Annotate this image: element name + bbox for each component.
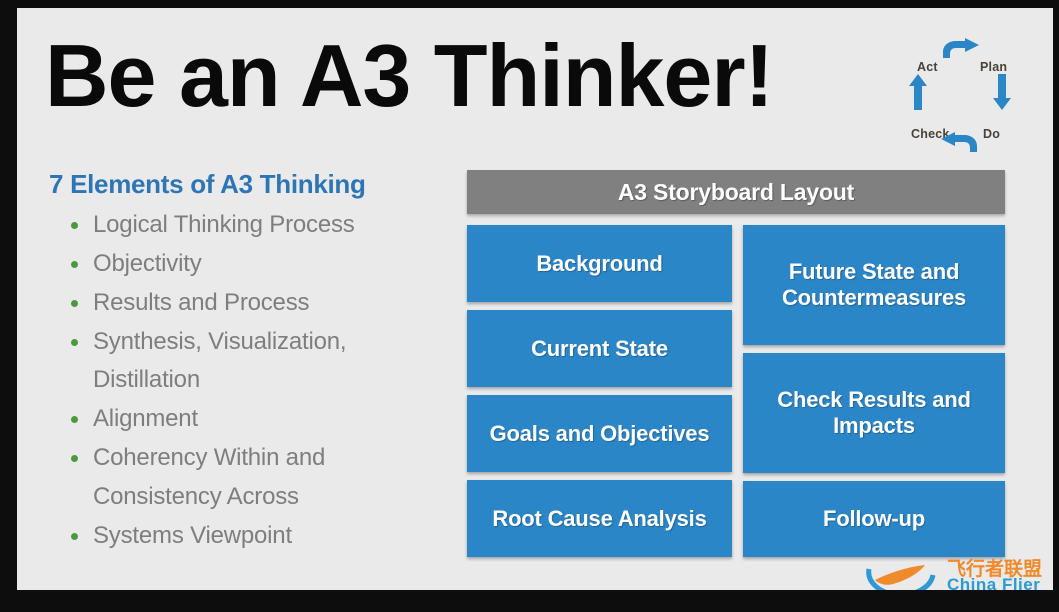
- storyboard-box-root-cause-analysis[interactable]: Root Cause Analysis: [467, 480, 732, 557]
- page-title: Be an A3 Thinker!: [45, 26, 774, 125]
- list-item-label: Coherency Within and: [93, 444, 326, 472]
- storyboard-box-follow-up[interactable]: Follow-up: [743, 481, 1005, 557]
- list-item: Alignment: [49, 400, 459, 439]
- arrow-down-icon: [993, 74, 1011, 110]
- pdca-cycle-diagram: Act Plan Check Do: [895, 34, 1025, 156]
- list-item-label: Objectivity: [93, 249, 202, 277]
- storyboard-box-label: Future State and Countermeasures: [781, 259, 967, 310]
- storyboard-box-label: Check Results and Impacts: [777, 387, 971, 438]
- storyboard-box-check-results[interactable]: Check Results and Impacts: [743, 353, 1005, 473]
- bullet-icon: [71, 221, 78, 229]
- bullet-icon: [71, 532, 78, 540]
- elements-list: Logical Thinking Process Objectivity Res…: [49, 206, 459, 556]
- storyboard-box-label: Background: [536, 250, 663, 276]
- storyboard-box-future-state[interactable]: Future State and Countermeasures: [743, 225, 1005, 345]
- storyboard-box-label: Current State: [531, 335, 668, 361]
- bullet-icon: [71, 416, 78, 424]
- list-item-label: Results and Process: [93, 288, 310, 316]
- storyboard-header: A3 Storyboard Layout: [467, 170, 1005, 214]
- storyboard-box-background[interactable]: Background: [467, 225, 732, 302]
- list-item: Systems Viewpoint: [49, 517, 459, 556]
- elements-heading: 7 Elements of A3 Thinking: [49, 169, 366, 199]
- list-item: Synthesis, Visualization, Distillation: [49, 323, 459, 401]
- bullet-icon: [71, 338, 78, 346]
- list-item: Results and Process: [49, 284, 459, 323]
- bullet-icon: [71, 260, 78, 268]
- list-item-label: Alignment: [93, 405, 198, 433]
- arrow-up-icon: [909, 74, 927, 110]
- list-item: Logical Thinking Process: [49, 206, 459, 245]
- list-item-label: Logical Thinking Process: [93, 210, 355, 238]
- storyboard-box-current-state[interactable]: Current State: [467, 310, 732, 387]
- list-item-label: Systems Viewpoint: [93, 521, 292, 549]
- pdca-label-do: Do: [983, 127, 1001, 141]
- slide-frame: Be an A3 Thinker! Act Plan Check Do 7 El…: [0, 0, 1059, 612]
- elements-panel: 7 Elements of A3 Thinking Logical Thinki…: [49, 169, 459, 556]
- storyboard-header-label: A3 Storyboard Layout: [617, 178, 855, 205]
- list-item: Coherency Within and Consistency Across: [49, 439, 459, 517]
- storyboard-box-label: Root Cause Analysis: [492, 505, 707, 531]
- list-item: Objectivity: [49, 245, 459, 284]
- a3-storyboard: A3 Storyboard Layout Background Current …: [467, 170, 1007, 580]
- slide-canvas: Be an A3 Thinker! Act Plan Check Do 7 El…: [17, 8, 1053, 590]
- arrow-right-icon: [943, 38, 979, 58]
- list-item-label-continued: Consistency Across: [93, 483, 299, 511]
- storyboard-box-goals-and-objectives[interactable]: Goals and Objectives: [467, 395, 732, 472]
- storyboard-box-label: Follow-up: [822, 506, 926, 532]
- list-item-label-continued: Distillation: [93, 366, 200, 394]
- bullet-icon: [71, 455, 78, 463]
- storyboard-box-label: Goals and Objectives: [489, 420, 710, 446]
- bullet-icon: [71, 299, 78, 307]
- list-item-label: Synthesis, Visualization,: [93, 327, 347, 355]
- arrow-left-icon: [941, 132, 977, 152]
